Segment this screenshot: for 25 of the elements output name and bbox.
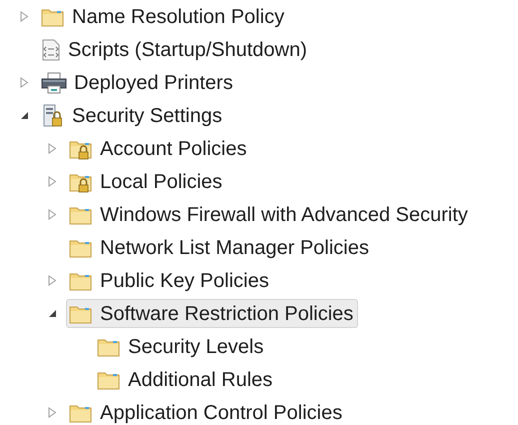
collapse-arrow-icon[interactable] <box>48 309 57 318</box>
tree-item[interactable]: Deployed Printers <box>38 68 238 97</box>
expand-arrow-icon[interactable] <box>48 176 57 187</box>
expand-arrow-icon[interactable] <box>48 209 57 220</box>
tree-item[interactable]: Security Levels <box>94 332 269 361</box>
printer-icon <box>41 72 67 94</box>
tree-item[interactable]: Name Resolution Policy <box>38 2 290 31</box>
tree-item[interactable]: Software Restriction Policies <box>66 299 358 328</box>
script-icon <box>41 38 61 60</box>
tree-item[interactable]: Local Policies <box>66 167 228 196</box>
tree-item[interactable]: Application Control Policies <box>66 398 348 425</box>
tree-item[interactable]: Account Policies <box>66 134 252 163</box>
collapse-arrow-icon[interactable] <box>20 111 29 120</box>
expand-arrow-icon[interactable] <box>48 143 57 154</box>
server-lock-icon <box>41 104 65 128</box>
expand-arrow-icon[interactable] <box>20 11 29 22</box>
expand-arrow-icon[interactable] <box>48 407 57 418</box>
tree-item[interactable]: Scripts (Startup/Shutdown) <box>38 35 312 64</box>
expand-arrow-icon[interactable] <box>20 77 29 88</box>
tree-item[interactable]: Public Key Policies <box>66 266 274 295</box>
tree-item[interactable]: Security Settings <box>38 101 228 130</box>
tree-item[interactable]: Additional Rules <box>94 365 278 394</box>
expand-arrow-icon[interactable] <box>48 275 57 286</box>
tree-item[interactable]: Windows Firewall with Advanced Security <box>66 200 473 229</box>
tree-item[interactable]: Network List Manager Policies <box>66 233 374 262</box>
